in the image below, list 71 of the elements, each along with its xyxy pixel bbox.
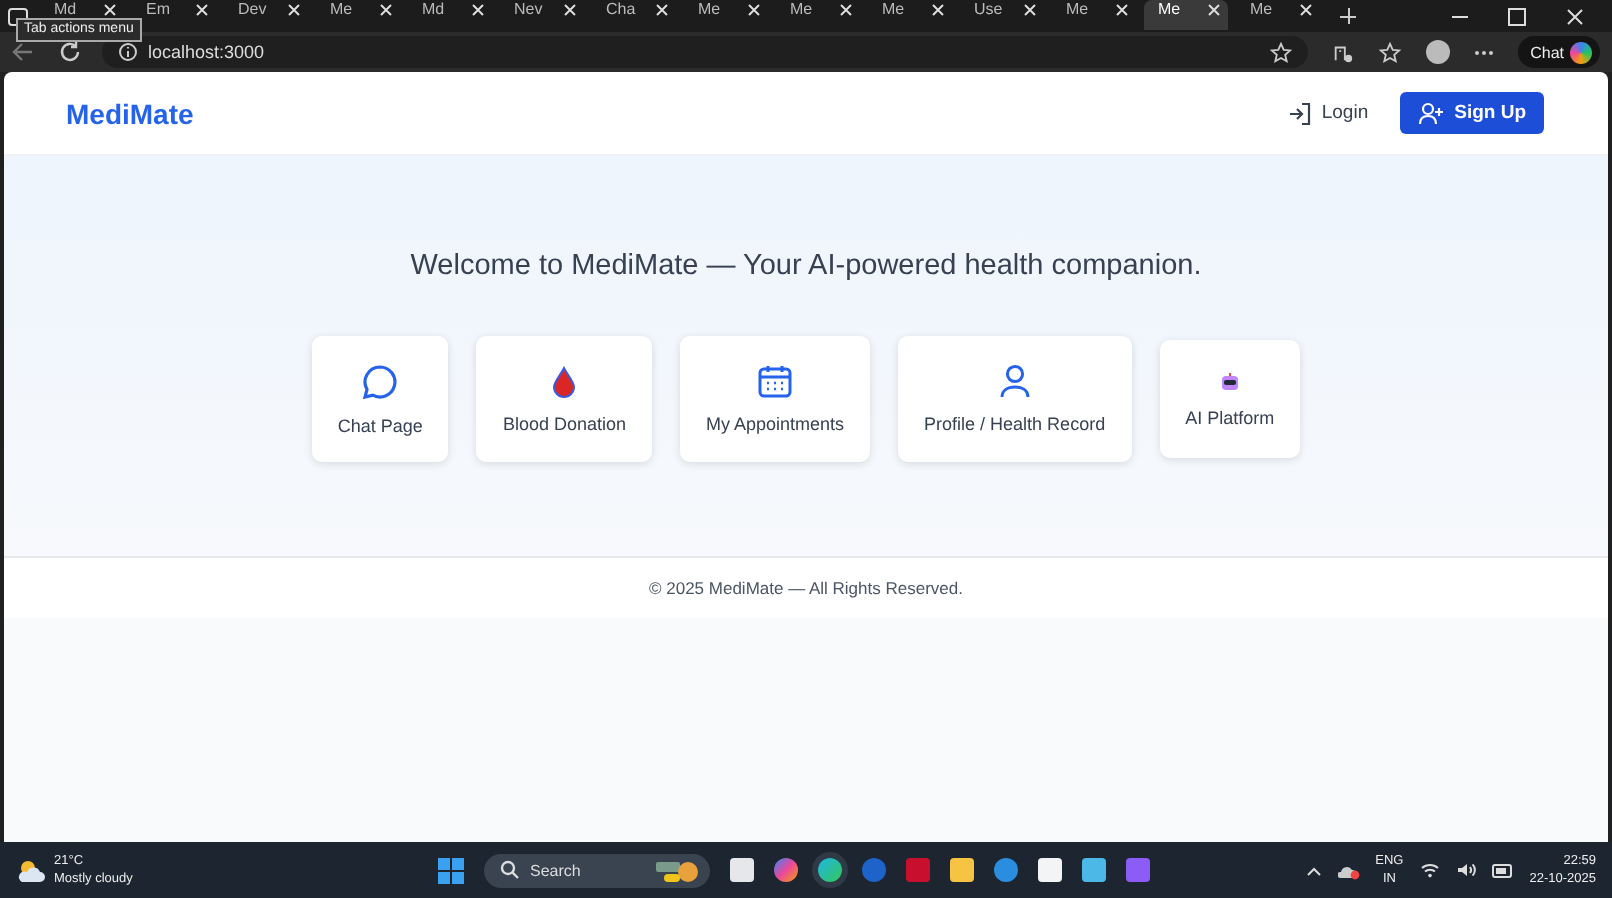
user-icon xyxy=(999,364,1030,398)
start-icon[interactable] xyxy=(438,857,464,883)
extension-icon[interactable] xyxy=(1332,41,1355,63)
close-tab-icon[interactable] xyxy=(564,4,576,16)
close-tab-icon[interactable] xyxy=(196,4,208,16)
chevron-up-icon[interactable] xyxy=(1305,865,1322,875)
card-label: Profile / Health Record xyxy=(924,414,1106,434)
feature-card[interactable]: Blood Donation xyxy=(476,336,652,462)
browser-tab[interactable]: Dev xyxy=(224,0,308,30)
login-icon xyxy=(1287,101,1312,125)
close-tab-icon[interactable] xyxy=(1300,4,1312,16)
browser-tab[interactable]: Me xyxy=(1144,0,1228,30)
browser-tab[interactable]: Me xyxy=(868,0,952,30)
browser-tab[interactable]: Me xyxy=(1052,0,1136,30)
battery-icon[interactable] xyxy=(1491,863,1514,877)
footer-text: © 2025 MediMate — All Rights Reserved. xyxy=(649,578,963,598)
cloud-alert-icon[interactable] xyxy=(1337,861,1360,879)
close-tab-icon[interactable] xyxy=(748,4,760,16)
close-tab-icon[interactable] xyxy=(1208,4,1220,16)
close-tab-icon[interactable] xyxy=(1024,4,1036,16)
browser-tab[interactable]: Me xyxy=(776,0,860,30)
maximize-icon[interactable] xyxy=(1508,7,1526,25)
browser-tab[interactable]: Me xyxy=(684,0,768,30)
blood-drop-icon xyxy=(552,365,577,397)
browser-tab[interactable]: Nev xyxy=(500,0,584,30)
close-tab-icon[interactable] xyxy=(472,4,484,16)
star-icon[interactable] xyxy=(1270,41,1293,63)
calendar-icon xyxy=(758,364,792,398)
copilot-icon xyxy=(1570,41,1592,63)
browser-tab[interactable]: Me xyxy=(316,0,400,30)
browser-tab[interactable]: Me xyxy=(1236,0,1320,30)
signup-button[interactable]: Sign Up xyxy=(1400,92,1544,134)
close-tab-icon[interactable] xyxy=(104,4,116,16)
browser-tab[interactable]: Md xyxy=(408,0,492,30)
feature-card[interactable]: Profile / Health Record xyxy=(898,336,1132,462)
minimize-icon[interactable] xyxy=(1452,15,1468,17)
welcome-heading: Welcome to MediMate — Your AI-powered health companion. xyxy=(410,250,1202,282)
close-tab-icon[interactable] xyxy=(656,4,668,16)
feature-card[interactable]: Chat Page xyxy=(311,336,449,462)
brand-logo[interactable]: MediMate xyxy=(66,97,194,129)
cloudy-weather-icon xyxy=(16,857,46,883)
card-label: My Appointments xyxy=(705,414,845,434)
search-field[interactable]: Search xyxy=(484,853,710,887)
profile-avatar[interactable] xyxy=(1426,40,1451,64)
volume-icon[interactable] xyxy=(1455,862,1476,878)
more-icon[interactable] xyxy=(1474,49,1495,55)
feature-card[interactable]: My Appointments xyxy=(679,336,871,462)
card-label: Blood Donation xyxy=(502,413,626,433)
address-field[interactable]: localhost:3000 xyxy=(102,36,1309,68)
close-tab-icon[interactable] xyxy=(1116,4,1128,16)
add-user-icon xyxy=(1418,101,1445,125)
browser-tab[interactable]: Cha xyxy=(592,0,676,30)
browser-tab[interactable]: Use xyxy=(960,0,1044,30)
favorites-icon[interactable] xyxy=(1378,41,1403,63)
robot-icon xyxy=(1219,371,1240,391)
back-icon[interactable] xyxy=(12,42,34,62)
chat-bubble-icon xyxy=(362,363,399,399)
close-tab-icon[interactable] xyxy=(840,4,852,16)
wifi-icon[interactable] xyxy=(1419,862,1440,878)
info-icon xyxy=(118,42,138,62)
close-icon[interactable] xyxy=(1566,7,1584,25)
feature-card[interactable]: AI Platform xyxy=(1159,340,1301,458)
chat-button[interactable]: Chat xyxy=(1518,36,1600,68)
login-button[interactable]: Login xyxy=(1287,101,1369,125)
card-label: Chat Page xyxy=(337,415,423,435)
card-label: AI Platform xyxy=(1185,407,1275,427)
search-icon xyxy=(500,860,520,880)
close-tab-icon[interactable] xyxy=(932,4,944,16)
reload-icon[interactable] xyxy=(58,40,82,64)
close-tab-icon[interactable] xyxy=(380,4,392,16)
close-tab-icon[interactable] xyxy=(288,4,300,16)
